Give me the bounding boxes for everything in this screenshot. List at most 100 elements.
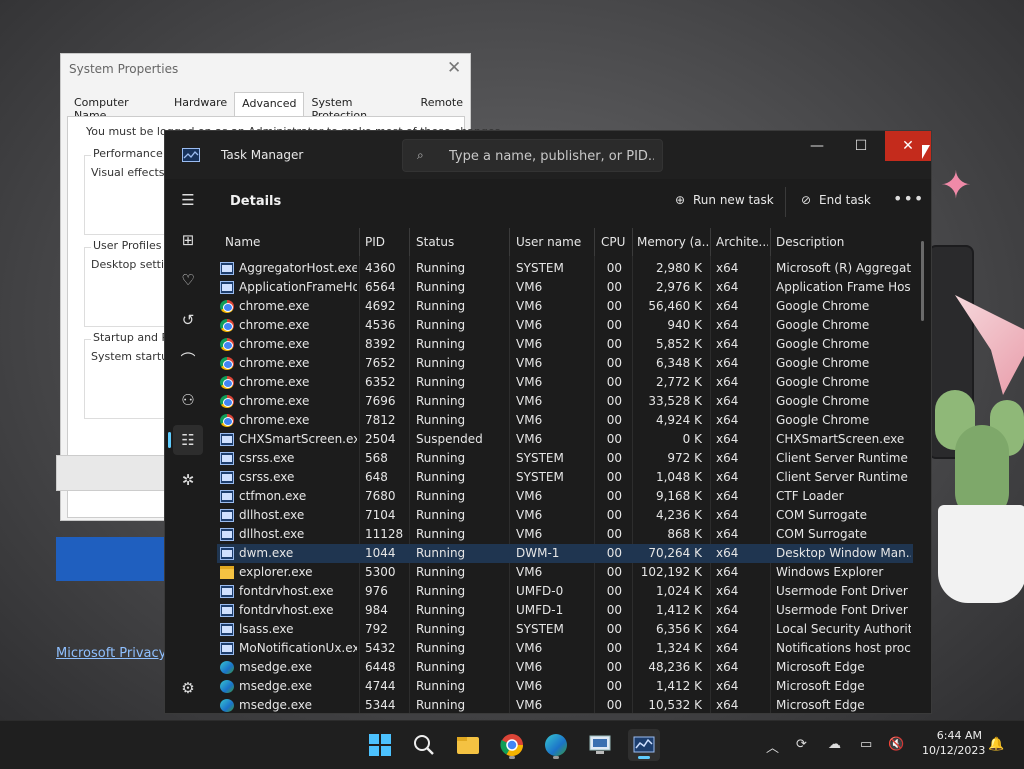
column-header-pid[interactable]: PID [365,228,405,256]
table-row[interactable]: MoNotificationUx.exe 5432 Running VM6 00 1,32… [217,639,913,658]
clock[interactable]: 6:44 AM 10/12/2023 [922,728,985,758]
cell-pid: 2504 [365,432,396,446]
hamburger-menu-icon[interactable]: ☰ [173,185,203,215]
remote-desktop-taskbar-button[interactable] [584,729,616,761]
cell-status: Running [416,261,466,275]
maximize-button[interactable]: ☐ [838,131,884,161]
cell-memory: 4,236 K [655,508,702,522]
table-row[interactable]: dwm.exe 1044 Running DWM-1 00 70,264 K x64 Desk… [217,544,913,563]
cell-cpu: 00 [606,413,622,427]
more-options-icon[interactable]: ••• [893,189,924,208]
table-row[interactable]: explorer.exe 5300 Running VM6 00 102,192 K x64… [217,563,913,582]
column-header-cpu[interactable]: CPU [601,228,631,256]
table-row[interactable]: fontdrvhost.exe 984 Running UMFD-1 00 1,412 K… [217,601,913,620]
taskbar-search-button[interactable] [408,729,440,761]
start-button[interactable] [364,729,396,761]
notification-bell-icon[interactable]: 🔔 [988,737,1004,752]
table-row[interactable]: chrome.exe 7812 Running VM6 00 4,924 K x64 Goog… [217,411,913,430]
sync-icon[interactable]: ⟳ [796,737,807,752]
show-hidden-icons-chevron-up-icon[interactable]: ︿ [766,737,779,756]
close-icon[interactable]: ✕ [447,58,461,78]
column-divider[interactable] [632,228,633,256]
minimize-button[interactable]: — [794,131,840,161]
table-row[interactable]: chrome.exe 4692 Running VM6 00 56,460 K x64 Goo… [217,297,913,316]
table-row[interactable]: ctfmon.exe 7680 Running VM6 00 9,168 K x64 CTF … [217,487,913,506]
settings-gear-icon[interactable]: ⚙ [173,673,203,703]
column-divider[interactable] [509,228,510,256]
nav-processes-icon[interactable]: ⊞ [173,225,203,255]
cell-pid: 6352 [365,375,396,389]
navigation-sidebar: ☰ ⊞ ♡ ↺ ⌒ ⚇ ☷ ✲ ⚙ [165,179,211,713]
table-row[interactable]: fontdrvhost.exe 976 Running UMFD-0 00 1,024 K… [217,582,913,601]
network-icon[interactable]: ▭ [860,737,872,752]
nav-users-icon[interactable]: ⚇ [173,385,203,415]
nav-app-history-icon[interactable]: ↺ [173,305,203,335]
cell-name: lsass.exe [239,622,294,636]
nav-details-icon[interactable]: ☷ [173,425,203,455]
title-bar[interactable]: Task Manager ⌕ — ☐ ✕ [165,131,931,179]
cell-arch: x64 [716,470,739,484]
cell-pid: 984 [365,603,388,617]
cloud-icon[interactable]: ☁ [828,737,841,752]
sparkle-icon: ✦ [940,163,972,207]
run-new-task-button[interactable]: ⊕ Run new task [675,193,774,207]
table-row[interactable]: msedge.exe 4744 Running VM6 00 1,412 K x64 Micr… [217,677,913,696]
column-header-architecture[interactable]: Archite... [716,228,768,256]
nav-services-icon[interactable]: ✲ [173,465,203,495]
volume-muted-icon[interactable]: 🔇 [888,737,904,752]
microsoft-privacy-link[interactable]: Microsoft Privacy [56,646,166,661]
exe-icon [220,471,234,484]
column-header-description[interactable]: Description [776,228,906,256]
cell-memory: 868 K [667,527,702,541]
table-header: ⌃ Name PID Status User name CPU Memory (… [217,228,913,256]
nav-performance-icon[interactable]: ♡ [173,265,203,295]
table-row[interactable]: chrome.exe 7652 Running VM6 00 6,348 K x64 Goog… [217,354,913,373]
file-explorer-button[interactable] [452,729,484,761]
vertical-scrollbar[interactable] [921,241,924,321]
column-header-name[interactable]: Name [225,228,355,256]
cell-desc: Google Chrome [776,299,870,313]
column-divider[interactable] [409,228,410,256]
chrome-icon [220,338,234,351]
background-flower-pot [938,505,1024,603]
table-row[interactable]: chrome.exe 8392 Running VM6 00 5,852 K x64 Goog… [217,335,913,354]
nav-startup-apps-icon[interactable]: ⌒ [173,345,203,375]
table-row[interactable]: msedge.exe 5344 Running VM6 00 10,532 K x64 Mic… [217,696,913,713]
column-header-user-name[interactable]: User name [516,228,591,256]
cell-desc: Google Chrome [776,356,870,370]
cell-status: Running [416,356,466,370]
search-box[interactable]: ⌕ [402,139,663,172]
cell-pid: 7696 [365,394,396,408]
column-divider[interactable] [770,228,771,256]
cell-name: msedge.exe [239,679,313,693]
cell-name: csrss.exe [239,470,295,484]
table-row[interactable]: chrome.exe 7696 Running VM6 00 33,528 K x64 Goo… [217,392,913,411]
table-row[interactable]: msedge.exe 6448 Running VM6 00 48,236 K x64 Mic… [217,658,913,677]
column-divider[interactable] [594,228,595,256]
table-row[interactable]: chrome.exe 6352 Running VM6 00 2,772 K x64 Goog… [217,373,913,392]
table-row[interactable]: CHXSmartScreen.exe 2504 Suspended VM6 00 0 K x… [217,430,913,449]
cell-pid: 5300 [365,565,396,579]
column-divider[interactable] [710,228,711,256]
end-task-button[interactable]: ⊘ End task [801,193,871,207]
cell-desc: CTF Loader [776,489,844,503]
table-row[interactable]: lsass.exe 792 Running SYSTEM 00 6,356 K x64 Loc… [217,620,913,639]
edge-taskbar-button[interactable] [540,729,572,761]
exe-icon [220,528,234,541]
table-row[interactable]: csrss.exe 648 Running SYSTEM 00 1,048 K x64 Cli… [217,468,913,487]
table-row[interactable]: ApplicationFrameHo... 6564 Running VM6 00 2,9… [217,278,913,297]
column-header-memory[interactable]: Memory (a... [637,228,709,256]
column-header-status[interactable]: Status [416,228,506,256]
chrome-taskbar-button[interactable] [496,729,528,761]
table-row[interactable]: AggregatorHost.exe 4360 Running SYSTEM 00 2,9… [217,259,913,278]
table-row[interactable]: csrss.exe 568 Running SYSTEM 00 972 K x64 Clien… [217,449,913,468]
task-manager-taskbar-button[interactable] [628,729,660,761]
settings-primary-button[interactable] [56,537,166,581]
table-row[interactable]: chrome.exe 4536 Running VM6 00 940 K x64 Google… [217,316,913,335]
column-divider[interactable] [359,228,360,256]
search-input[interactable] [447,144,656,168]
cell-cpu: 00 [606,698,622,712]
table-row[interactable]: dllhost.exe 7104 Running VM6 00 4,236 K x64 COM… [217,506,913,525]
cell-desc: Google Chrome [776,413,870,427]
table-row[interactable]: dllhost.exe 11128 Running VM6 00 868 K x64 COM … [217,525,913,544]
